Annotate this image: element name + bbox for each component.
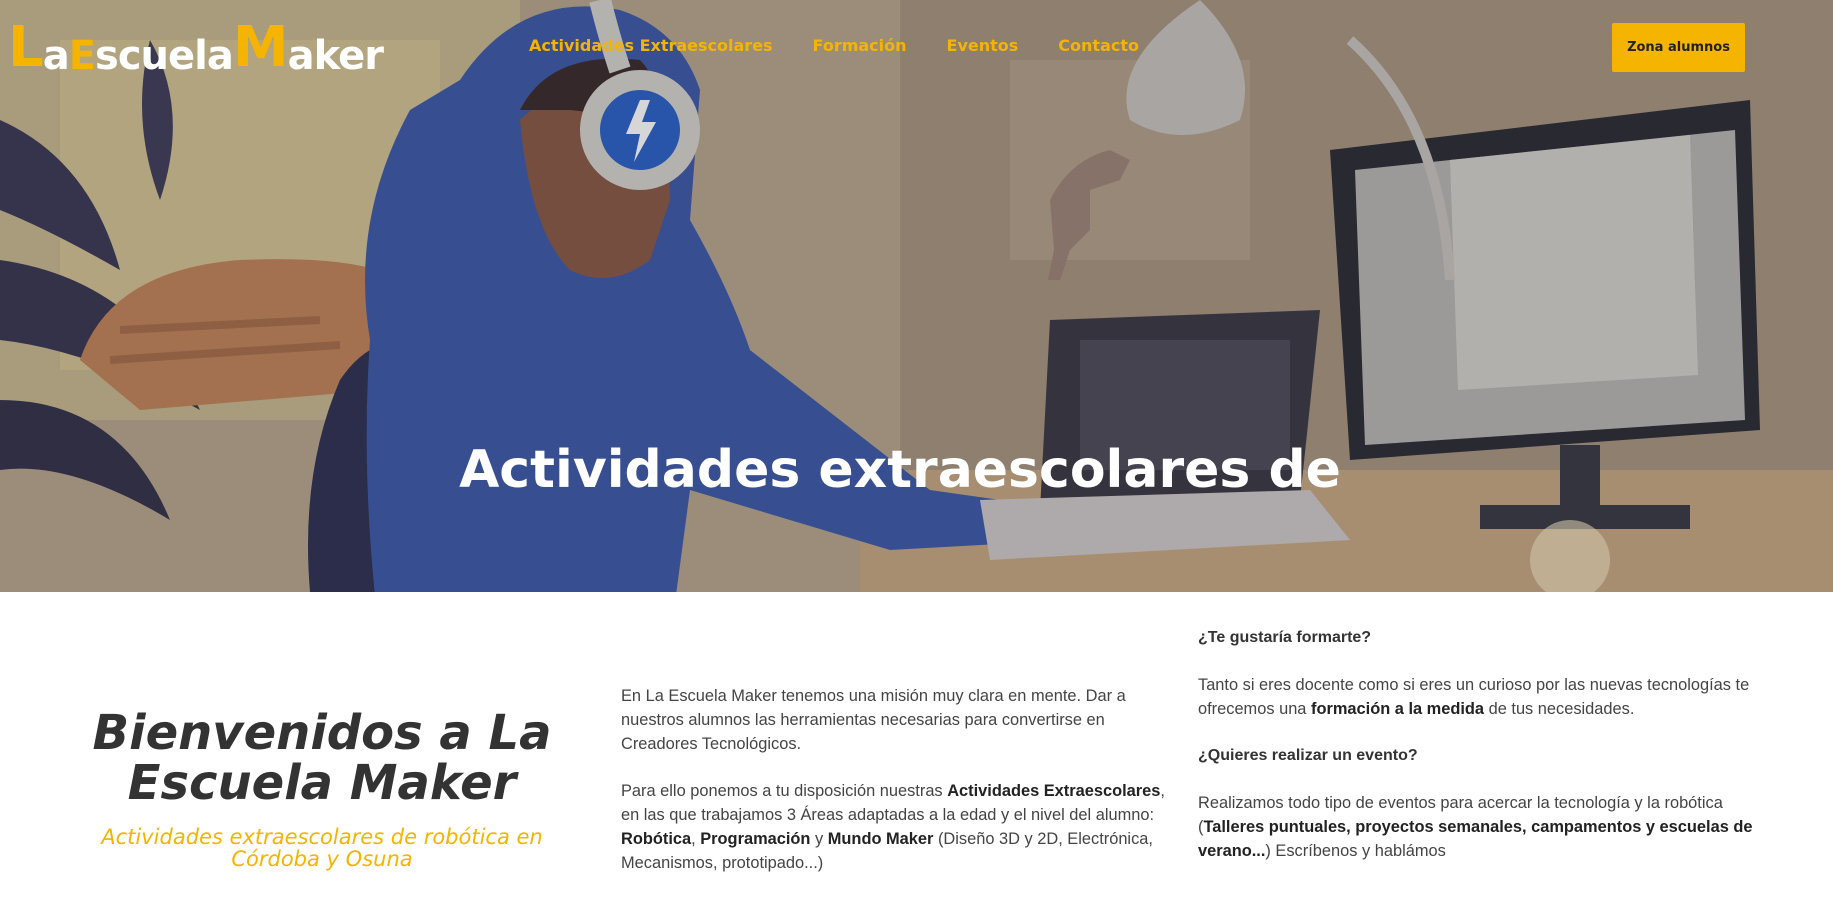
mission-paragraph-2: Para ello ponemos a tu disposición nuest…	[621, 779, 1176, 875]
nav-item-actividades[interactable]: Actividades Extraescolares	[529, 36, 773, 55]
nav-item-contacto[interactable]: Contacto	[1058, 36, 1139, 55]
hero-overlay	[0, 0, 1833, 592]
site-logo[interactable]: L a E scuela M aker	[8, 15, 384, 80]
answer-evento: Realizamos todo tipo de eventos para ace…	[1198, 791, 1758, 863]
text-run-bold: formación a la medida	[1310, 700, 1485, 718]
text-run-bold: Programación	[700, 830, 811, 848]
text-run: ,	[691, 830, 701, 848]
nav-item-eventos[interactable]: Eventos	[947, 36, 1019, 55]
logo-part: scuela	[95, 33, 234, 79]
nav-item-formacion[interactable]: Formación	[813, 36, 907, 55]
text-run: y	[810, 830, 828, 848]
main-nav: Actividades Extraescolares Formación Eve…	[529, 36, 1139, 55]
hero-title: Actividades extraescolares de	[459, 440, 1341, 500]
welcome-title: Bienvenidos a La Escuela Maker	[92, 705, 552, 811]
text-run: Para ello ponemos a tu disposición nuest…	[621, 782, 948, 800]
question-evento: ¿Quieres realizar un evento?	[1198, 747, 1418, 764]
text-run-bold: Mundo Maker	[827, 830, 934, 848]
text-run: de tus necesidades.	[1484, 700, 1635, 718]
mission-paragraph-1: En La Escuela Maker tenemos una misión m…	[621, 687, 1126, 753]
zona-alumnos-button[interactable]: Zona alumnos	[1612, 23, 1745, 72]
welcome-block: Bienvenidos a La Escuela Maker Actividad…	[60, 708, 584, 870]
logo-part: aker	[287, 33, 384, 79]
hero-banner	[0, 0, 1833, 592]
logo-part: E	[68, 33, 96, 79]
text-run-bold: Actividades Extraescolares	[947, 782, 1161, 800]
question-formarte: ¿Te gustaría formarte?	[1198, 629, 1372, 646]
welcome-tagline: Actividades extraescolares de robótica e…	[101, 825, 543, 871]
mission-block: En La Escuela Maker tenemos una misión m…	[621, 684, 1176, 875]
answer-formarte: Tanto si eres docente como si eres un cu…	[1198, 673, 1758, 721]
logo-part: M	[232, 15, 289, 80]
logo-part: a	[42, 33, 70, 79]
info-block: ¿Te gustaría formarte? Tanto si eres doc…	[1198, 626, 1758, 863]
logo-part: L	[8, 15, 44, 80]
text-run-bold: Robótica	[621, 830, 692, 848]
text-run: ) Escríbenos y hablámos	[1265, 842, 1446, 860]
